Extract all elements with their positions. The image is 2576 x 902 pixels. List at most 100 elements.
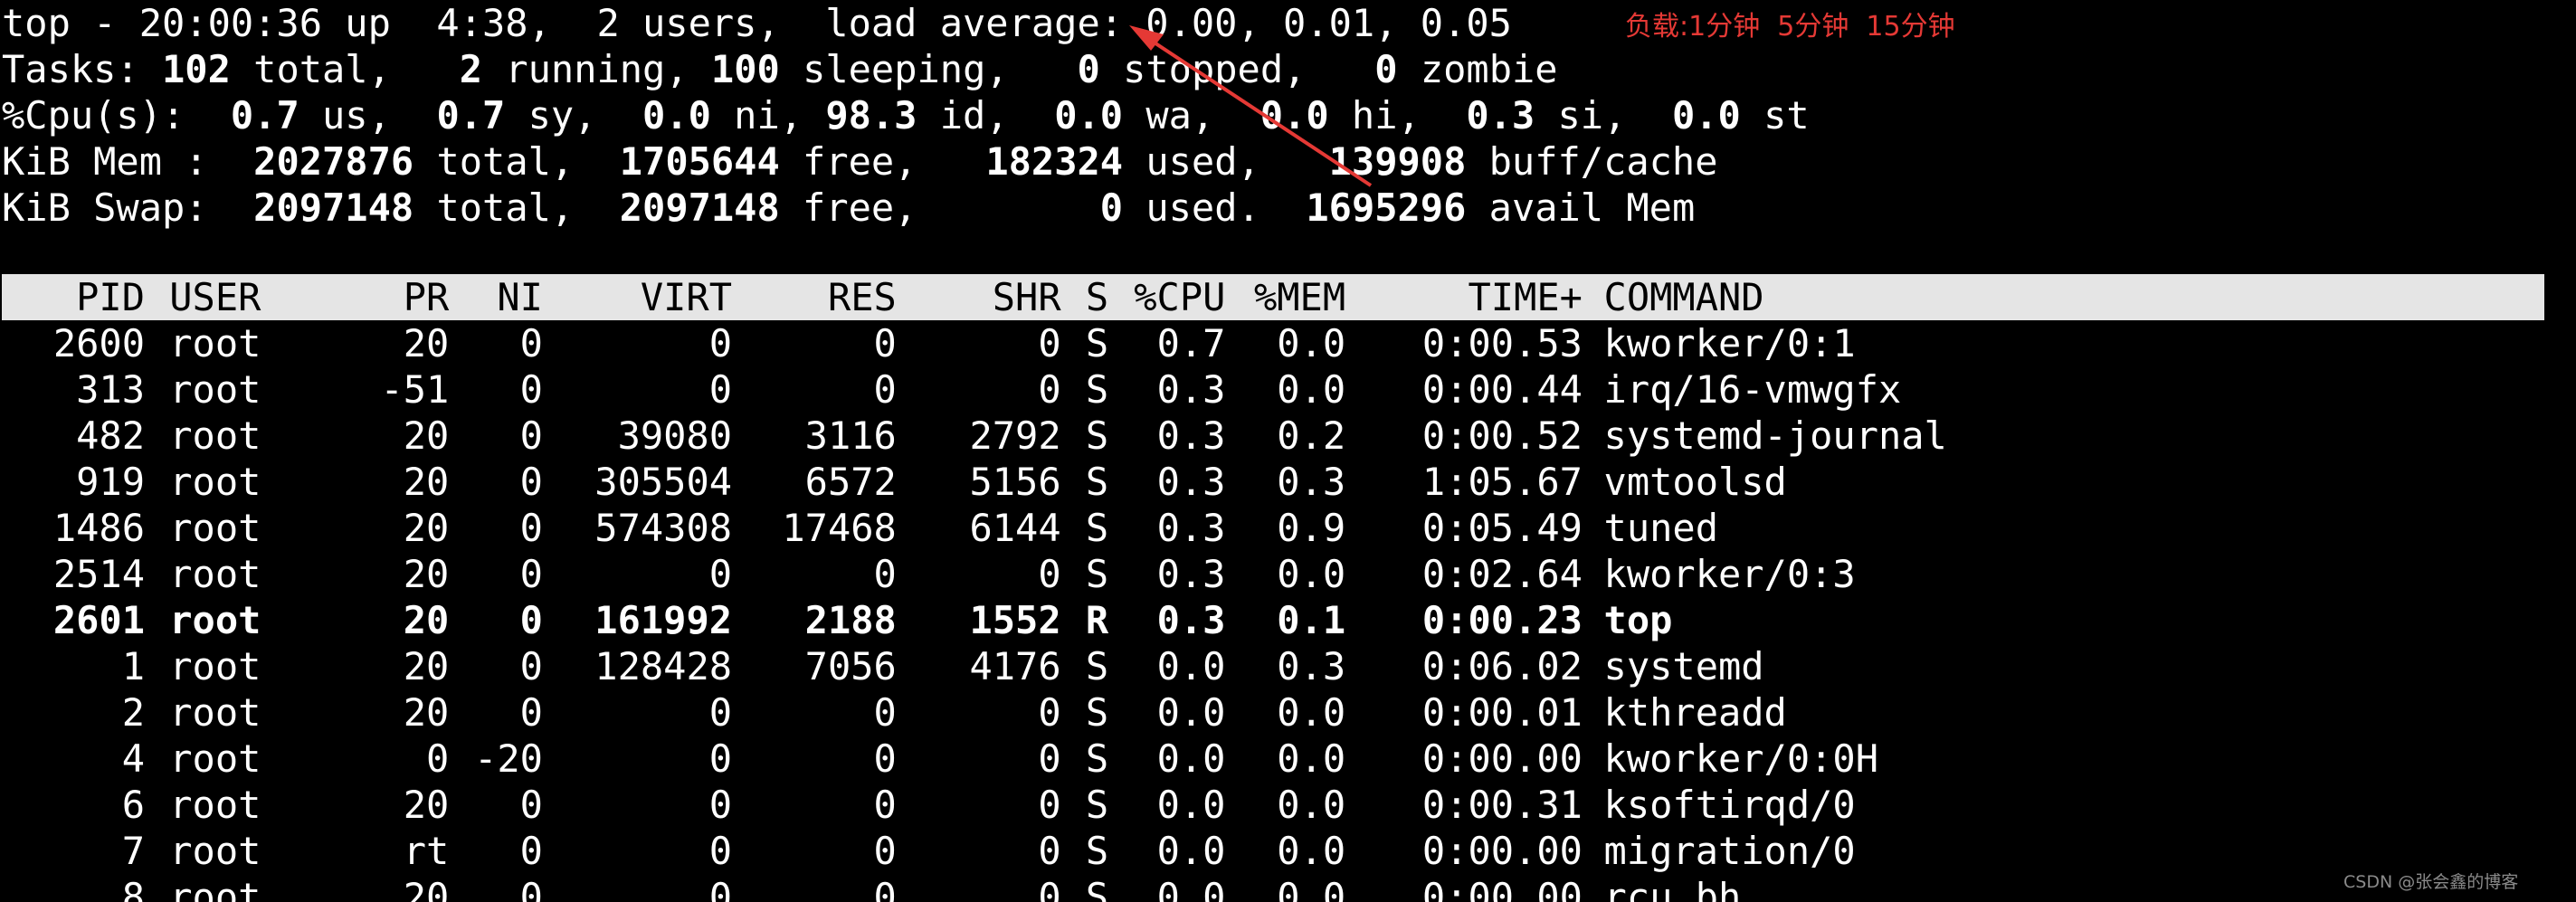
col-time: 0:00.52: [1421, 413, 1583, 458]
col-mem: 0.0: [1277, 367, 1346, 412]
col-time: 0:00.53: [1421, 321, 1583, 366]
col-virt: 0: [708, 829, 733, 873]
summary-label: total,: [230, 47, 460, 91]
watermark: CSDN @张会鑫的博客: [2343, 872, 2519, 892]
summary-label: sleeping,: [779, 47, 1078, 91]
col-user: root: [169, 783, 261, 827]
summary-value: 100: [710, 47, 780, 91]
summary-value: 2097148: [619, 185, 780, 230]
col-virt: 305504: [594, 460, 733, 504]
col-state: S: [1085, 690, 1109, 735]
summary-label: hi,: [1328, 93, 1467, 138]
col-mem: 0.0: [1277, 829, 1346, 873]
header-command: COMMAND: [1603, 275, 1764, 319]
col-cpu: 0.3: [1156, 552, 1226, 596]
col-mem: 0.0: [1277, 552, 1346, 596]
col-user: root: [169, 690, 261, 735]
uptime-load-line: top - 20:00:36 up 4:38, 2 users, load av…: [2, 1, 1512, 45]
col-shr: 0: [1038, 367, 1061, 412]
col-mem: 0.0: [1277, 875, 1346, 902]
summary-value: 0.0: [1054, 93, 1124, 138]
col-res: 0: [873, 875, 897, 902]
summary-value: 1705644: [619, 139, 780, 184]
col-shr: 0: [1038, 736, 1061, 781]
col-command: rcu_bh: [1603, 875, 1742, 902]
header-pid: PID: [76, 275, 145, 319]
col-user: root: [169, 829, 261, 873]
col-pid: 2: [121, 690, 145, 735]
summary-value: 1695296: [1306, 185, 1467, 230]
col-user: root: [169, 321, 261, 366]
col-ni: 0: [519, 506, 543, 550]
col-state: R: [1085, 598, 1109, 642]
col-ni: 0: [519, 598, 543, 642]
col-pr: 20: [403, 413, 450, 458]
header-time: TIME+: [1468, 275, 1583, 319]
summary-value: 102: [162, 47, 231, 91]
col-ni: 0: [519, 644, 543, 688]
col-shr: 0: [1038, 783, 1061, 827]
summary-label: stopped,: [1099, 47, 1375, 91]
col-time: 0:00.01: [1421, 690, 1583, 735]
col-pr: 20: [403, 783, 450, 827]
col-res: 7056: [804, 644, 897, 688]
summary-value: 0: [1374, 47, 1398, 91]
col-mem: 0.3: [1277, 644, 1346, 688]
col-ni: 0: [519, 413, 543, 458]
header-pr: PR: [403, 275, 450, 319]
col-mem: 0.1: [1277, 598, 1346, 642]
col-virt: 161992: [594, 598, 733, 642]
summary-label: %Cpu(s):: [2, 93, 231, 138]
summary-label: wa,: [1123, 93, 1260, 138]
col-mem: 0.2: [1277, 413, 1346, 458]
col-state: S: [1085, 413, 1109, 458]
cpu-line: %Cpu(s): 0.7 us, 0.7 sy, 0.0 ni, 98.3 id…: [2, 92, 1810, 138]
col-pr: -51: [380, 367, 450, 412]
col-user: root: [169, 875, 261, 902]
col-cpu: 0.3: [1156, 413, 1226, 458]
summary-value: 0: [1099, 185, 1124, 230]
header-mem: %MEM: [1253, 275, 1346, 319]
summary-label: used,: [1123, 139, 1329, 184]
col-time: 0:02.64: [1421, 552, 1583, 596]
summary-value: 2: [459, 47, 483, 91]
col-user: root: [169, 460, 261, 504]
col-ni: 0: [519, 552, 543, 596]
col-time: 0:00.44: [1421, 367, 1583, 412]
col-cpu: 0.0: [1156, 829, 1226, 873]
col-state: S: [1085, 644, 1109, 688]
header-shr: SHR: [992, 275, 1061, 319]
col-shr: 0: [1038, 552, 1061, 596]
summary-value: 2027876: [253, 139, 414, 184]
col-virt: 128428: [594, 644, 733, 688]
col-mem: 0.0: [1277, 736, 1346, 781]
col-state: S: [1085, 506, 1109, 550]
col-ni: -20: [474, 736, 543, 781]
summary-label: sy,: [505, 93, 643, 138]
col-virt: 0: [708, 875, 733, 902]
col-res: 3116: [804, 413, 897, 458]
col-time: 0:05.49: [1421, 506, 1583, 550]
col-cpu: 0.0: [1156, 644, 1226, 688]
summary-label: total,: [413, 139, 620, 184]
col-user: root: [169, 367, 261, 412]
col-state: S: [1085, 460, 1109, 504]
summary-label: ni,: [710, 93, 826, 138]
summary-label: running,: [482, 47, 711, 91]
col-mem: 0.3: [1277, 460, 1346, 504]
load-average-annotation: 负载:1分钟 5分钟 15分钟: [1625, 11, 1955, 43]
col-res: 2188: [804, 598, 897, 642]
col-mem: 0.0: [1277, 321, 1346, 366]
col-res: 6572: [804, 460, 897, 504]
col-res: 0: [873, 321, 897, 366]
col-cpu: 0.0: [1156, 875, 1226, 902]
summary-value: 182324: [985, 139, 1124, 184]
col-pid: 313: [76, 367, 145, 412]
header-user: USER: [169, 275, 261, 319]
col-pid: 1: [121, 644, 145, 688]
col-time: 0:00.31: [1421, 783, 1583, 827]
summary-label: buff/cache: [1466, 139, 1718, 184]
col-state: S: [1085, 552, 1109, 596]
summary-label: si,: [1535, 93, 1672, 138]
col-time: 0:00.23: [1421, 598, 1583, 642]
